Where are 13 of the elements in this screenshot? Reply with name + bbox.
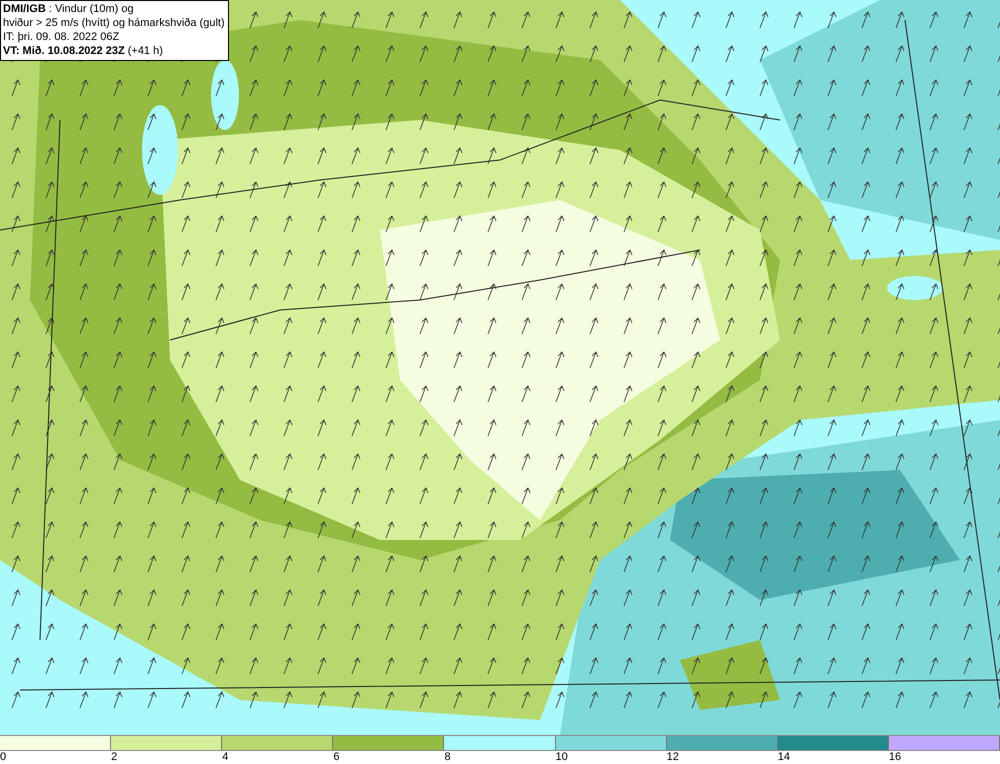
info-text: DMI/IGB : Vindur (10m) og bbox=[3, 2, 135, 16]
legend-label: 16 bbox=[888, 751, 902, 763]
legend-label: 0 bbox=[0, 751, 6, 763]
info-text: VT: Mið. 10.08.2022 23Z (+41 h) bbox=[3, 44, 164, 58]
legend-label: 4 bbox=[222, 751, 228, 763]
info-text: hviður > 25 m/s (hvítt) og hámarkshviða (gult) bbox=[3, 16, 225, 30]
legend-label: 10 bbox=[556, 751, 568, 763]
info-text: IT: þri. 09. 08. 2022 06Z bbox=[3, 30, 120, 44]
legend-label: 6 bbox=[333, 751, 340, 763]
legend-label: 14 bbox=[778, 751, 790, 763]
legend-label: 8 bbox=[444, 751, 451, 763]
legend-label: 2 bbox=[111, 751, 118, 763]
legend-label: 12 bbox=[666, 751, 679, 763]
